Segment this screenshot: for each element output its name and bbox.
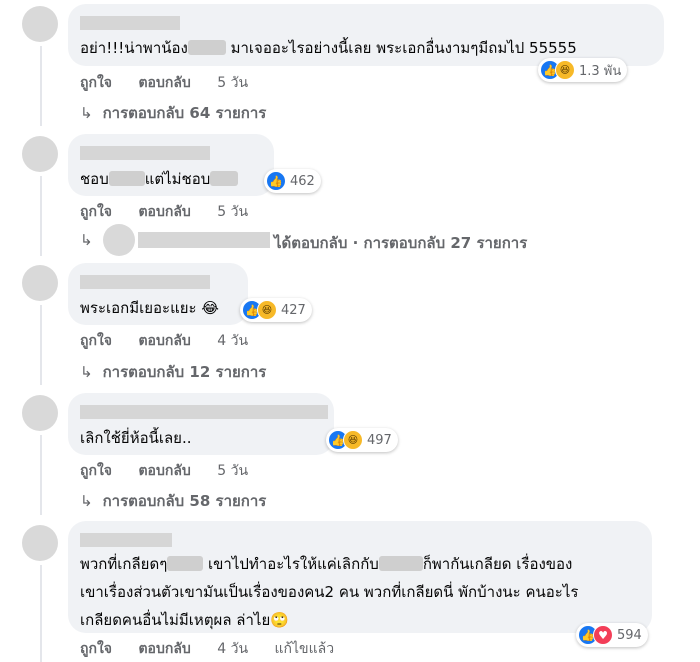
thread-line	[40, 305, 42, 385]
reply-arrow-icon: ↳	[80, 492, 93, 510]
comment-actions: ถูกใจ ตอบกลับ 5 วัน	[80, 201, 270, 223]
comment-text: เลิกใช้ยี่ห้อนี้เลย..	[80, 429, 192, 447]
redacted-author-name[interactable]	[80, 146, 210, 160]
comment-time[interactable]: 5 วัน	[217, 204, 248, 220]
comment-actions: ถูกใจ ตอบกลับ 5 วัน	[80, 72, 270, 94]
edited-label: แก้ไขแล้ว	[274, 641, 335, 657]
haha-reaction-icon: 😆	[555, 60, 575, 80]
view-replies-link[interactable]: ↳ การตอบกลับ 12 รายการ	[80, 360, 266, 384]
comment-time[interactable]: 5 วัน	[217, 463, 248, 479]
avatar[interactable]	[22, 136, 58, 172]
comment-text-part: ชอบ	[80, 170, 109, 188]
redacted-name-blur	[167, 556, 204, 571]
like-button[interactable]: ถูกใจ	[80, 333, 112, 349]
view-replies-link[interactable]: ↳ การตอบกลับ 64 รายการ	[80, 101, 266, 125]
view-replies-link[interactable]: ↳	[80, 231, 103, 249]
reactions-summary[interactable]: 👍 😆 427	[240, 298, 312, 322]
reactions-count: 594	[617, 627, 642, 643]
comment-actions: ถูกใจ ตอบกลับ 4 วัน	[80, 330, 270, 352]
love-reaction-icon: ♥	[593, 625, 613, 645]
comment-text-part: พวกที่เกลียดๆ	[80, 555, 168, 573]
reactions-count: 462	[290, 173, 315, 189]
reactions-summary[interactable]: 👍 😆 1.3 พัน	[538, 58, 628, 82]
redacted-author-name[interactable]	[80, 275, 210, 289]
comment-text-part: มาเจออะไรอย่างนี้เลย พระเอกอื่นงามๆมีถมไ…	[225, 39, 577, 57]
redacted-name-blur	[210, 171, 239, 186]
reactions-summary[interactable]: 👍 ♥ 594	[576, 623, 648, 647]
avatar[interactable]	[22, 6, 58, 42]
reply-arrow-icon: ↳	[80, 363, 93, 381]
haha-reaction-icon: 😆	[257, 300, 277, 320]
reactions-summary[interactable]: 👍 😆 497	[326, 428, 398, 452]
comment-text-part: แต่ไม่ชอบ	[144, 170, 211, 188]
haha-reaction-icon: 😆	[343, 430, 363, 450]
thread-line	[40, 565, 42, 662]
reply-button[interactable]: ตอบกลับ	[138, 463, 190, 479]
redacted-name-blur	[187, 40, 226, 55]
comment-time[interactable]: 5 วัน	[217, 75, 248, 91]
reply-arrow-icon: ↳	[80, 104, 93, 122]
redacted-author-name[interactable]	[80, 533, 172, 547]
redacted-author-name[interactable]	[80, 405, 328, 419]
redacted-author-name[interactable]	[80, 16, 180, 30]
comment-text-part: เขาไปทำอะไรให้แค่เลิกกับ	[203, 555, 379, 573]
comment-text: ชอบ แต่ไม่ชอบ	[80, 169, 239, 189]
replies-summary[interactable]: ได้ตอบกลับ · การตอบกลับ 27 รายการ	[274, 231, 527, 255]
like-reaction-icon: 👍	[266, 171, 286, 191]
redacted-name-blur	[378, 556, 423, 571]
comment-actions: ถูกใจ ตอบกลับ 5 วัน	[80, 460, 270, 482]
replies-count-label: การตอบกลับ 58 รายการ	[102, 492, 267, 510]
comment-time[interactable]: 4 วัน	[217, 333, 248, 349]
thread-line	[40, 435, 42, 515]
reactions-count: 497	[367, 432, 392, 448]
comment-text-part: ก็พากันเกลียด เรื่องของ	[422, 555, 573, 573]
like-button[interactable]: ถูกใจ	[80, 641, 112, 657]
thread-line	[40, 176, 42, 256]
like-button[interactable]: ถูกใจ	[80, 75, 112, 91]
comment-time[interactable]: 4 วัน	[217, 641, 248, 657]
comment-text: อย่า!!!น่าพาน้อง มาเจออะไรอย่างนี้เลย พร…	[80, 38, 577, 58]
replier-avatar[interactable]	[103, 224, 135, 256]
reply-button[interactable]: ตอบกลับ	[138, 333, 190, 349]
replies-count-label: การตอบกลับ 64 รายการ	[102, 104, 267, 122]
like-button[interactable]: ถูกใจ	[80, 204, 112, 220]
thread-line	[40, 46, 42, 126]
redacted-name-blur	[108, 171, 145, 186]
reply-arrow-icon: ↳	[80, 231, 93, 249]
avatar[interactable]	[22, 525, 58, 561]
like-button[interactable]: ถูกใจ	[80, 463, 112, 479]
comment-line: เกลียดคนอื่นไม่มีเหตุผล ล่าไย🙄	[80, 611, 289, 629]
replies-count-label: การตอบกลับ 12 รายการ	[102, 363, 267, 381]
comment-text: พระเอกมีเยอะแยะ 😂	[80, 299, 219, 317]
comment-line: พวกที่เกลียดๆ เขาไปทำอะไรให้แค่เลิกกับ ก็…	[80, 550, 646, 578]
reactions-summary[interactable]: 👍 462	[264, 169, 321, 193]
reply-button[interactable]: ตอบกลับ	[138, 204, 190, 220]
view-replies-link[interactable]: ↳ การตอบกลับ 58 รายการ	[80, 489, 266, 513]
reactions-count: 1.3 พัน	[579, 63, 622, 79]
redacted-replier-name[interactable]	[138, 232, 270, 248]
comment-text: พวกที่เกลียดๆ เขาไปทำอะไรให้แค่เลิกกับ ก็…	[80, 550, 646, 634]
avatar[interactable]	[22, 265, 58, 301]
avatar[interactable]	[22, 395, 58, 431]
reactions-count: 427	[281, 302, 306, 318]
reply-button[interactable]: ตอบกลับ	[138, 641, 190, 657]
reply-button[interactable]: ตอบกลับ	[138, 75, 190, 91]
comment-text-part: อย่า!!!น่าพาน้อง	[80, 39, 188, 57]
comment-actions: ถูกใจ ตอบกลับ 4 วัน แก้ไขแล้ว	[80, 638, 356, 660]
comment-line: เขาเรื่องส่วนตัวเขามันเป็นเรื่องของคน2 ค…	[80, 583, 579, 601]
